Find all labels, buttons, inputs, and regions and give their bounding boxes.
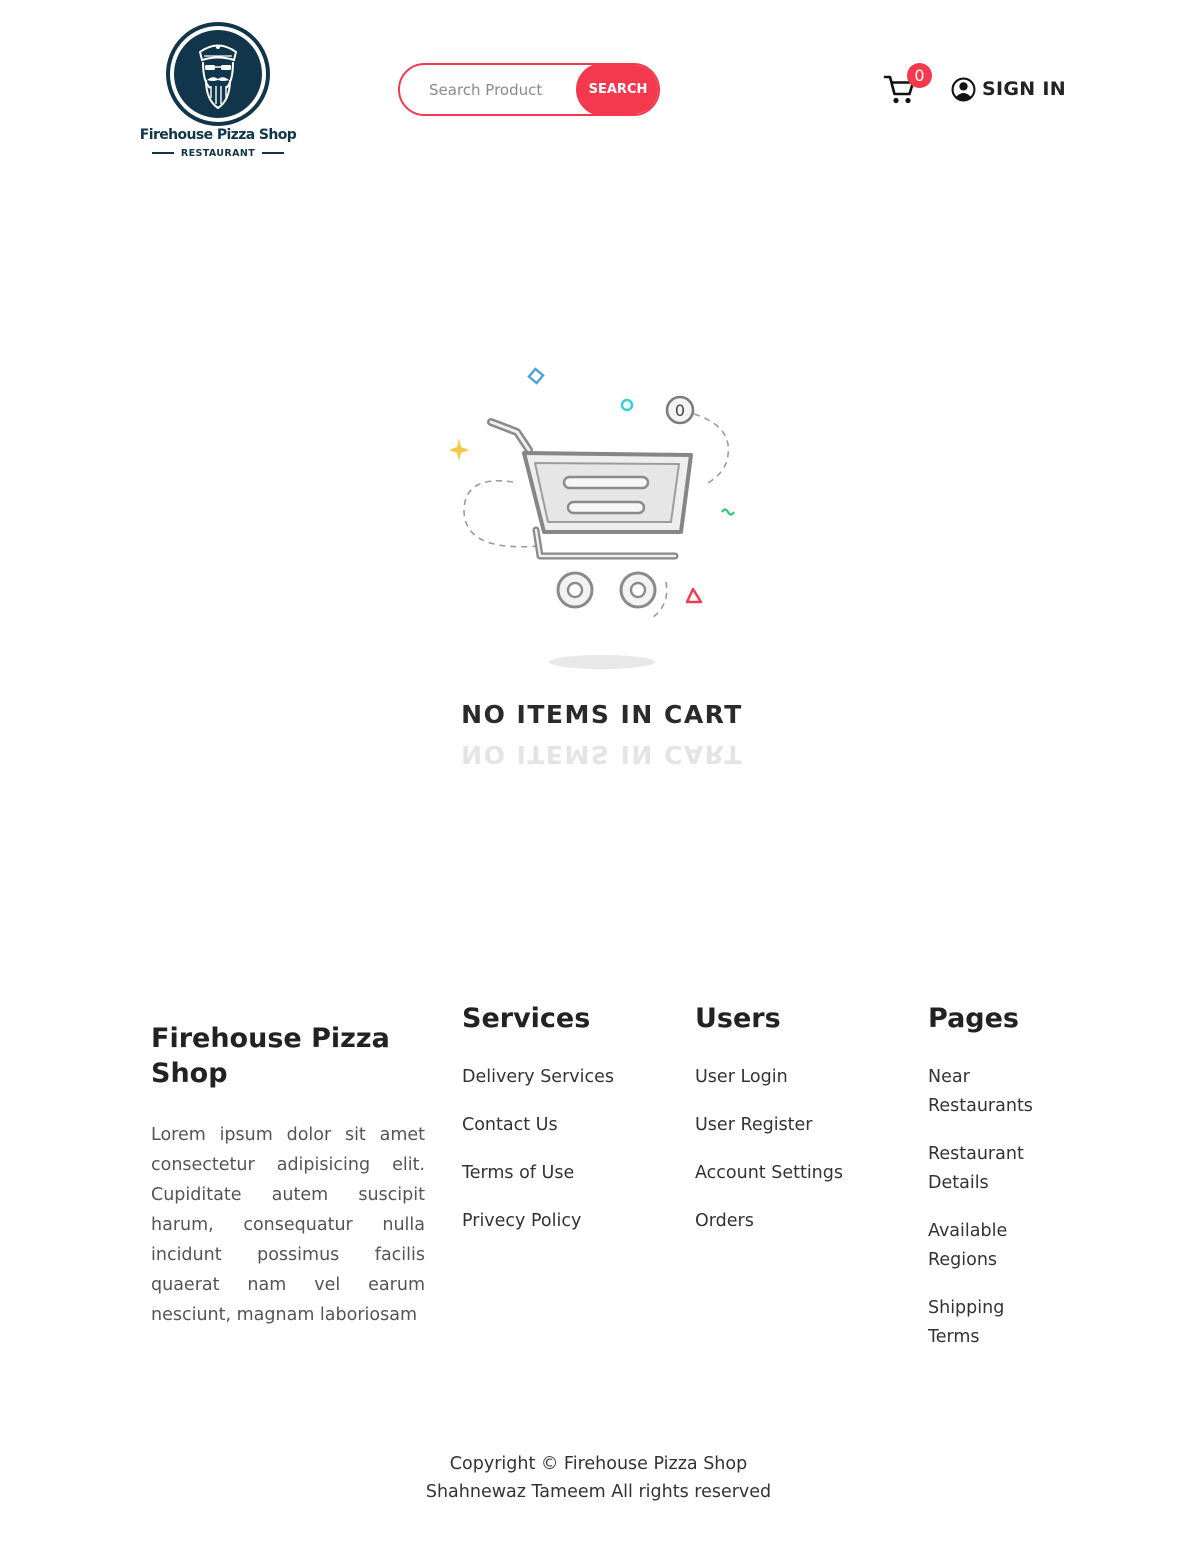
empty-cart-title-reflection: NO ITEMS IN CART: [461, 740, 743, 769]
copyright-line-1: Copyright © Firehouse Pizza Shop: [449, 1454, 748, 1474]
logo-rule-left: [151, 152, 174, 154]
footer-link-account-settings[interactable]: Account Settings: [695, 1159, 905, 1188]
yellow-sparkle-shape: [449, 438, 469, 461]
footer-link-near-restaurants[interactable]: Near Restaurants: [928, 1063, 1058, 1121]
search-form: SEARCH: [398, 63, 660, 116]
footer-heading-users: Users: [695, 1003, 781, 1034]
empty-cart-title: NO ITEMS IN CART: [461, 700, 743, 729]
footer-link-restaurant-details[interactable]: Restaurant Details: [928, 1140, 1058, 1198]
footer-link-orders[interactable]: Orders: [695, 1207, 905, 1236]
footer-link-available-regions[interactable]: Available Regions: [928, 1217, 1058, 1275]
footer-link-user-register[interactable]: User Register: [695, 1111, 905, 1140]
blue-diamond-shape: [527, 367, 545, 385]
footer-brand-description: Lorem ipsum dolor sit amet consectetur a…: [151, 1125, 425, 1325]
copyright-line-2: Shahnewaz Tameem All rights reserved: [425, 1482, 772, 1502]
logo-name: Firehouse Pizza Shop: [139, 127, 297, 143]
logo-rule-right: [262, 152, 285, 154]
sign-in-label: SIGN IN: [982, 78, 1066, 100]
copyright-notice: Copyright © Firehouse Pizza Shop Shahnew…: [0, 1450, 1197, 1506]
footer-brand-title: Firehouse Pizza Shop: [151, 1023, 390, 1089]
search-input[interactable]: [400, 65, 578, 114]
red-triangle-shape: [685, 587, 703, 604]
search-button[interactable]: SEARCH: [576, 65, 658, 114]
site-logo[interactable]: Firehouse Pizza Shop RESTAURANT: [135, 22, 301, 162]
footer-links-services: Delivery Services Contact Us Terms of Us…: [462, 1063, 672, 1236]
logo-subtitle: RESTAURANT: [180, 147, 256, 159]
logo-subtitle-row: RESTAURANT: [135, 146, 301, 160]
footer-column-pages: Pages Near Restaurants Restaurant Detail…: [928, 1001, 1058, 1371]
footer-link-delivery-services[interactable]: Delivery Services: [462, 1063, 672, 1092]
user-circle-icon: [951, 77, 976, 101]
footer-column-users: Users User Login User Register Account S…: [695, 1001, 905, 1255]
cyan-ring-shape: [620, 398, 634, 412]
footer-link-privacy-policy[interactable]: Privecy Policy: [462, 1207, 672, 1236]
footer-links-users: User Login User Register Account Setting…: [695, 1063, 905, 1236]
chef-logo-icon: [166, 22, 270, 126]
empty-cart-illustration: 0: [449, 367, 735, 669]
green-squiggle-shape: [721, 508, 735, 516]
cart-count-badge: 0: [907, 63, 932, 88]
footer-link-user-login[interactable]: User Login: [695, 1063, 905, 1092]
footer-link-terms-of-use[interactable]: Terms of Use: [462, 1159, 672, 1188]
footer-link-contact-us[interactable]: Contact Us: [462, 1111, 672, 1140]
footer-heading-services: Services: [462, 1003, 591, 1034]
footer-link-shipping-terms[interactable]: Shipping Terms: [928, 1294, 1058, 1352]
footer-column-services: Services Delivery Services Contact Us Te…: [462, 1001, 672, 1255]
footer-heading-pages: Pages: [928, 1003, 1019, 1034]
footer-links-pages: Near Restaurants Restaurant Details Avai…: [928, 1063, 1058, 1352]
sign-in-link[interactable]: SIGN IN: [951, 74, 1066, 104]
coin-count: 0: [675, 401, 685, 420]
